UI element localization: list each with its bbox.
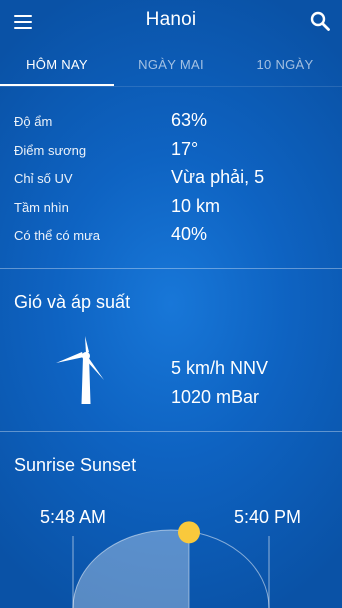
tab-10-days[interactable]: 10 NGÀY [228, 44, 342, 86]
page-title: Hanoi [145, 9, 197, 30]
search-icon[interactable] [308, 9, 332, 33]
detail-value: Vừa phải, 5 [171, 167, 265, 187]
detail-row-humidity: Độ ẩm 63% [0, 108, 342, 137]
app-bar: Hanoi [0, 0, 342, 44]
tab-tomorrow[interactable]: NGÀY MAI [114, 44, 228, 86]
sun-section-title: Sunrise Sunset [14, 455, 137, 475]
detail-value: 63% [171, 110, 208, 130]
detail-value: 17° [171, 138, 199, 159]
detail-label: Chỉ số UV [14, 171, 73, 186]
pressure-value: 1020 mBar [171, 387, 260, 407]
tab-today[interactable]: HÔM NAY [0, 44, 114, 86]
section-divider [0, 431, 342, 432]
detail-row-rain-chance: Có thể có mưa 40% [0, 222, 342, 251]
detail-label: Điểm sương [14, 142, 87, 158]
sun-arc-chart [72, 521, 270, 608]
wind-section-title: Gió và áp suất [14, 292, 131, 312]
detail-label: Độ ẩm [14, 114, 53, 129]
detail-label: Có thể có mưa [14, 228, 101, 243]
wind-speed: 5 km/h NNV [171, 358, 269, 378]
detail-row-visibility: Tầm nhìn 10 km [0, 194, 342, 223]
weather-details: Độ ẩm 63% Điểm sương 17° Chỉ số UV Vừa p… [0, 108, 342, 251]
tabs-divider [0, 86, 342, 87]
daylight-elapsed-area [73, 530, 189, 608]
detail-row-uv-index: Chỉ số UV Vừa phải, 5 [0, 165, 342, 194]
section-divider [0, 268, 342, 269]
wind-turbine-icon [54, 336, 114, 408]
sun-icon [178, 521, 200, 544]
detail-value: 10 km [171, 195, 221, 216]
detail-value: 40% [171, 224, 208, 244]
day-tabs: HÔM NAY NGÀY MAI 10 NGÀY [0, 44, 342, 86]
detail-label: Tầm nhìn [14, 199, 69, 215]
detail-row-dew-point: Điểm sương 17° [0, 137, 342, 166]
